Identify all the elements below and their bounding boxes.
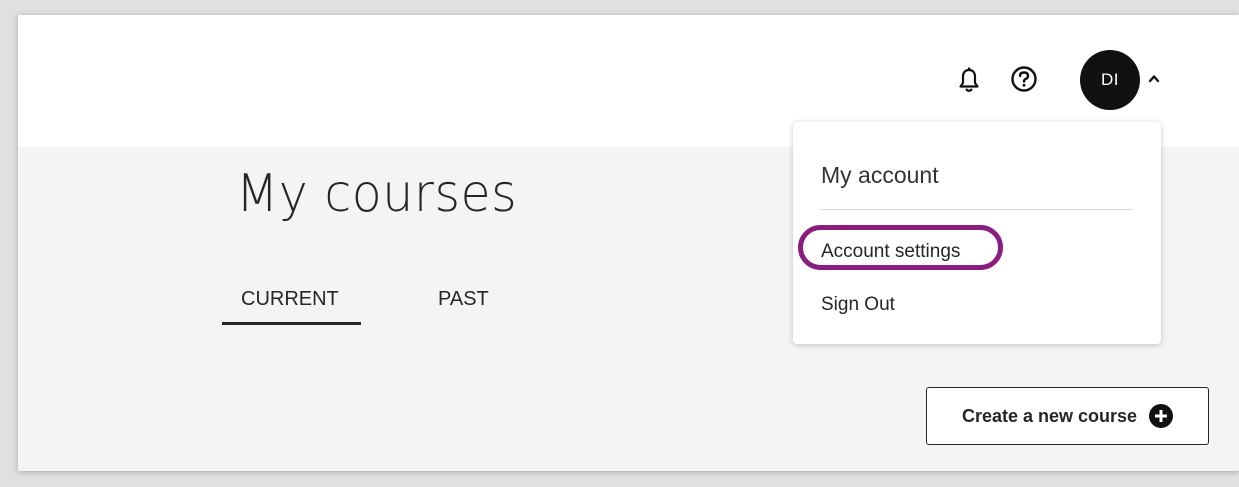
- create-course-label: Create a new course: [961, 405, 1138, 426]
- menu-divider: [821, 209, 1133, 210]
- account-dropdown-menu: My account Account settings Sign Out: [793, 122, 1161, 344]
- tab-current[interactable]: CURRENT: [241, 288, 339, 311]
- help-circle-icon[interactable]: [1010, 65, 1038, 93]
- bell-icon[interactable]: [958, 67, 980, 93]
- page-title: My courses: [236, 163, 518, 224]
- chevron-up-icon[interactable]: [1146, 71, 1162, 85]
- create-course-button[interactable]: Create a new course: [926, 387, 1209, 445]
- menu-item-sign-out[interactable]: Sign Out: [821, 294, 895, 316]
- plus-circle-icon: [1149, 404, 1174, 428]
- app-window: DI My courses CURRENT PAST My account Ac…: [18, 15, 1239, 471]
- menu-heading: My account: [821, 162, 939, 188]
- avatar-initials: DI: [1101, 70, 1119, 89]
- menu-item-account-settings[interactable]: Account settings: [821, 241, 960, 263]
- tab-past[interactable]: PAST: [438, 288, 489, 311]
- active-tab-indicator: [222, 322, 361, 325]
- user-avatar[interactable]: DI: [1080, 50, 1140, 110]
